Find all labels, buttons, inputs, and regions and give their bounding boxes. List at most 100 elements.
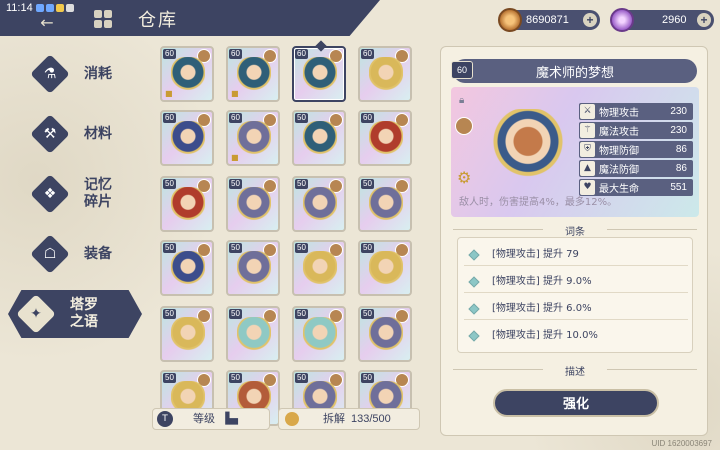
stat-name: 魔法防御 [599,165,639,176]
sidebar-item-consumables[interactable]: ⚗ 消耗 [22,46,142,102]
card-art [303,57,337,91]
description-section-label: 描述 [453,363,697,378]
home-button[interactable] [94,10,112,28]
gem-icon [610,8,634,32]
card-art [171,251,205,285]
card-art [303,317,337,351]
app-icon [56,4,64,12]
gear-icon[interactable]: ⚙ [457,169,475,187]
card-level-badge: 50 [295,243,308,253]
sidebar-item-label: 消耗 [84,65,112,82]
tarot-card-grid: 60 ■ 60 ■ 60 60 60 60 ■ 50 60 50 50 50 50 50 50 50 50 50 50 5… [152,38,420,433]
card-level-badge: 50 [295,309,308,319]
tarot-card[interactable]: 50 [292,110,346,166]
add-gold-button[interactable]: + [583,13,597,27]
stat-value: 551 [670,182,687,193]
card-effect-description: 敌人时，伤害提高4%，最多12%。 [459,197,618,208]
materials-icon: ⚒ [30,114,70,154]
stat-value: 230 [670,125,687,136]
gold-currency: 8690871 + [498,8,600,32]
lock-icon[interactable]: 🔒︎ [459,95,464,106]
card-level-badge: 60 [163,49,176,59]
card-art [171,121,205,155]
tarot-card[interactable]: 60 [358,110,412,166]
traits-list: [物理攻击] 提升 79 [物理攻击] 提升 9.0% [物理攻击] 提升 6.… [457,237,693,353]
stat-value: 86 [675,144,687,155]
card-level-badge: 50 [361,179,374,189]
stat-row: ▲ 魔法防御 86 [579,160,693,177]
card-art [171,57,205,91]
puzzle-icon: ❖ [30,174,70,214]
card-level-badge: 60 [295,49,308,59]
stat-value: 230 [670,106,687,117]
tarot-card[interactable]: 50 [358,176,412,232]
stat-row: ⚔ 物理攻击 230 [579,103,693,120]
app-icon [66,4,74,12]
sidebar-item-materials[interactable]: ⚒ 材料 [22,106,142,162]
card-art [369,187,403,221]
staff-icon: ⚚ [580,123,595,138]
tarot-card[interactable]: 60 ■ [226,110,280,166]
lock-icon: ■ [165,89,173,98]
card-level-badge: 50 [229,243,242,253]
sort-bars-icon: ▐▄ [221,412,238,425]
selection-marker-icon [315,40,327,52]
tarot-card[interactable]: 50 [160,240,214,296]
stat-value: 86 [675,163,687,174]
disassemble-button[interactable]: 拆解 133/500 [278,408,420,430]
back-button[interactable]: ← [36,14,58,32]
add-gem-button[interactable]: + [697,13,711,27]
card-art [369,121,403,155]
sidebar-item-tarot[interactable]: ✦ 塔罗 之语 [8,290,142,338]
card-level-badge: 50 [163,309,176,319]
card-level-badge: 50 [163,243,176,253]
card-art [369,251,403,285]
sidebar-item-label: 材料 [84,125,112,142]
tarot-card[interactable]: 60 [358,46,412,102]
card-level-badge: 60 [361,49,374,59]
card-art [237,121,271,155]
card-art [237,187,271,221]
equipment-icon: ☖ [30,234,70,274]
card-level-badge: 50 [361,373,374,383]
stat-name: 物理攻击 [599,108,639,119]
card-level-badge: 50 [295,179,308,189]
card-level-badge: 60 [229,49,242,59]
tarot-card[interactable]: 50 [160,176,214,232]
card-art [303,251,337,285]
card-level-badge: 60 [361,113,374,123]
tarot-card[interactable]: 50 [292,306,346,362]
sort-by-level-button[interactable]: T 等级 ▐▄ [152,408,270,430]
sidebar-item-label-text: 塔罗 之语 [70,297,98,330]
tarot-card[interactable]: 50 [226,240,280,296]
tarot-card[interactable]: 60 [292,40,346,102]
sidebar-item-label: 塔罗 之语 [70,297,98,331]
trait-text: [物理攻击] 提升 9.0% [492,276,592,287]
tarot-card[interactable]: 60 ■ [226,46,280,102]
tarot-card[interactable]: 60 [160,110,214,166]
disassemble-count: 133/500 [351,413,391,425]
card-level-badge: 50 [295,373,308,383]
equipped-character-avatar[interactable] [455,117,473,135]
top-bar: 11:14 ← 仓库 8690871 + 2960 + [0,0,720,36]
diamond-icon [468,249,480,261]
card-level-badge: 50 [163,179,176,189]
tarot-card[interactable]: 50 [160,306,214,362]
tarot-card[interactable]: 50 [358,240,412,296]
card-level-badge: 50 [361,309,374,319]
card-art [237,57,271,91]
tarot-card[interactable]: 50 [358,306,412,362]
tarot-card[interactable]: 50 [226,176,280,232]
tarot-card[interactable]: 60 ■ [160,46,214,102]
status-time: 11:14 [6,2,33,14]
tarot-card[interactable]: 50 [292,176,346,232]
level-sort-label: 等级 [193,412,215,425]
enhance-button[interactable]: 强化 [493,389,659,417]
tarot-card[interactable]: 50 [226,306,280,362]
tarot-card[interactable]: 50 [292,240,346,296]
sidebar-item-memory-fragments[interactable]: ❖ 记忆 碎片 [22,166,142,222]
shield-icon: ⛨ [580,142,595,157]
trait-row: [物理攻击] 提升 79 [464,244,688,266]
card-art [369,317,403,351]
sidebar-item-equipment[interactable]: ☖ 装备 [22,226,142,282]
